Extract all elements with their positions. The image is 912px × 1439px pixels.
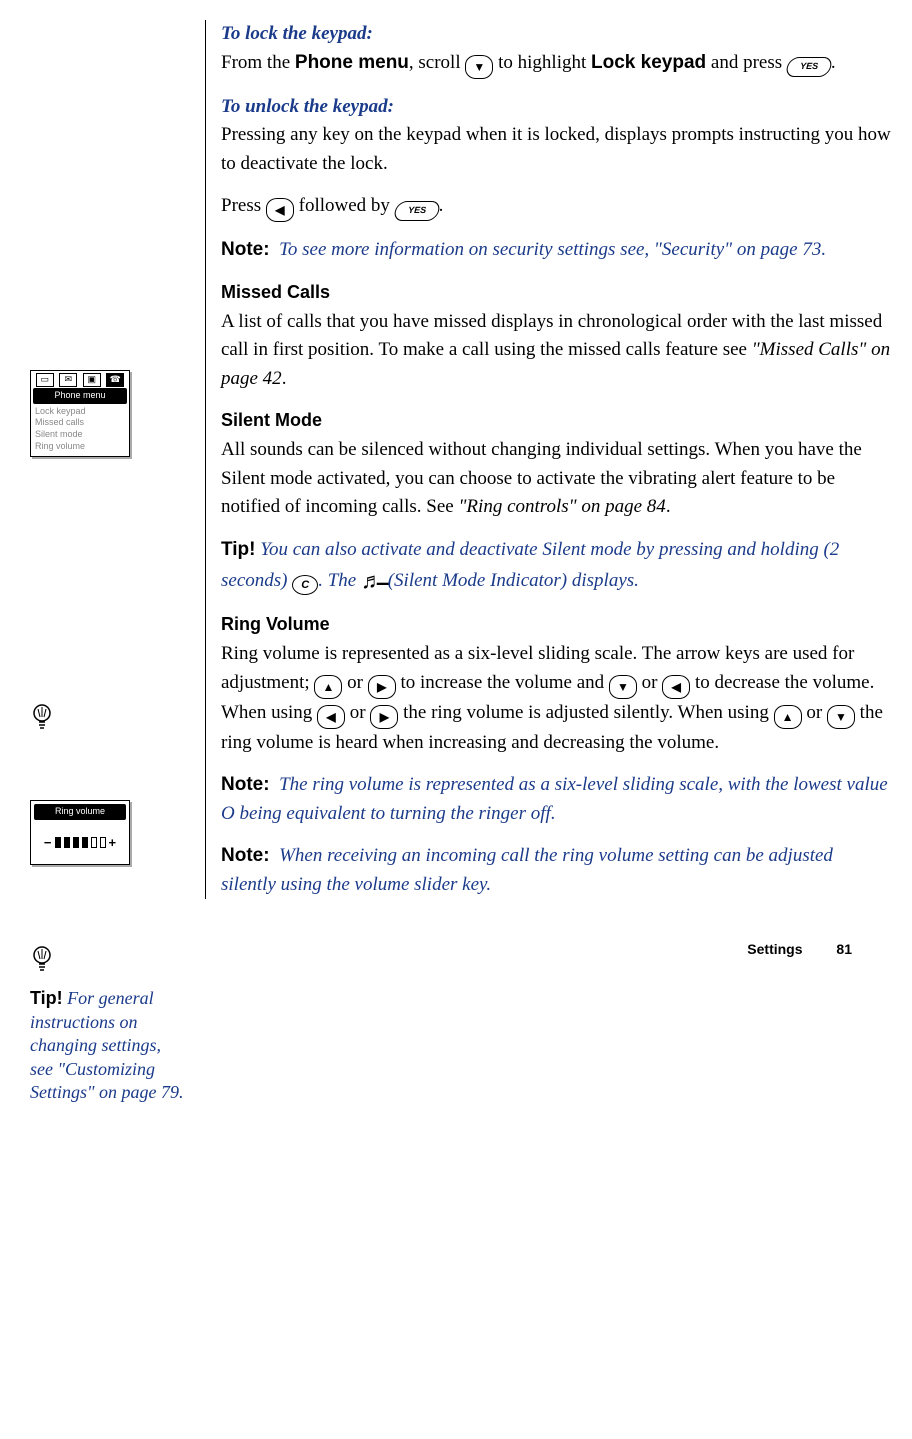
arrow-right-key-icon: ▶ xyxy=(370,705,398,729)
body-text: . xyxy=(282,368,287,389)
book-icon: ▭ xyxy=(36,373,54,387)
body-text: or xyxy=(802,702,827,723)
body-text: to highlight xyxy=(493,52,591,73)
note-text: When receiving an incoming call the ring… xyxy=(221,845,833,895)
plus-icon: + xyxy=(109,833,117,853)
body-text: Press xyxy=(221,195,266,216)
body-text: From the xyxy=(221,52,295,73)
body-text: , scroll xyxy=(409,52,465,73)
clock-icon: ▣ xyxy=(83,373,101,387)
volume-segment-empty xyxy=(100,837,106,848)
ring-volume-heading: Ring Volume xyxy=(221,611,891,638)
lightbulb-icon xyxy=(30,715,54,736)
mail-icon: ✉ xyxy=(59,373,77,387)
body-text: . xyxy=(831,52,836,73)
ring-volume-title: Ring volume xyxy=(34,804,126,820)
volume-segment xyxy=(82,837,88,848)
c-key-icon: C xyxy=(292,575,318,595)
arrow-left-key-icon: ◀ xyxy=(317,705,345,729)
body-text: or xyxy=(345,702,370,723)
note-text: The ring volume is represented as a six-… xyxy=(221,774,888,824)
body-text: or xyxy=(637,672,662,693)
phone-menu-term: Phone menu xyxy=(295,52,409,73)
body-text: . xyxy=(666,496,671,517)
volume-segment-empty xyxy=(91,837,97,848)
lock-keypad-term: Lock keypad xyxy=(591,52,706,73)
footer-section: Settings xyxy=(747,941,802,957)
body-text: and press xyxy=(706,52,787,73)
arrow-left-key-icon: ◀ xyxy=(662,675,690,699)
volume-segment xyxy=(55,837,61,848)
arrow-up-key-icon: ▲ xyxy=(314,675,342,699)
note-text: To see more information on security sett… xyxy=(279,239,826,260)
silent-mode-heading: Silent Mode xyxy=(221,407,891,434)
phone-menu-title: Phone menu xyxy=(33,388,127,404)
silent-mode-indicator-icon: ♬̶ xyxy=(361,568,383,593)
lock-keypad-heading: To lock the keypad: xyxy=(221,23,373,44)
tip-label: Tip! xyxy=(221,539,255,560)
yes-key-icon: YES xyxy=(392,201,441,221)
ring-volume-scale: − + xyxy=(31,823,129,865)
minus-icon: − xyxy=(44,833,52,853)
yes-key-icon: YES xyxy=(784,57,833,77)
body-text: the ring volume is adjusted silently. Wh… xyxy=(398,702,773,723)
body-text: to increase the volume and xyxy=(396,672,609,693)
volume-segment xyxy=(73,837,79,848)
lightbulb-icon xyxy=(30,957,54,977)
body-text: followed by xyxy=(294,195,395,216)
arrow-down-key-icon: ▼ xyxy=(609,675,637,699)
unlock-keypad-heading: To unlock the keypad: xyxy=(221,96,394,117)
body-text: Pressing any key on the keypad when it i… xyxy=(221,124,891,174)
tip-text: (Silent Mode Indicator) displays. xyxy=(383,570,639,591)
note-label: Note: xyxy=(221,774,270,795)
phone-menu-list: Lock keypad Missed calls Silent mode Rin… xyxy=(31,406,129,457)
tip-text: . The xyxy=(318,570,361,591)
arrow-up-key-icon: ▲ xyxy=(774,705,802,729)
volume-segment xyxy=(64,837,70,848)
arrow-left-key-icon: ◀ xyxy=(266,198,294,222)
list-item: Silent mode xyxy=(35,429,125,441)
missed-calls-heading: Missed Calls xyxy=(221,279,891,306)
arrow-right-key-icon: ▶ xyxy=(368,675,396,699)
body-text: or xyxy=(342,672,367,693)
arrow-down-key-icon: ▼ xyxy=(465,55,493,79)
cross-ref: "Ring controls" on page 84 xyxy=(458,496,665,517)
note-label: Note: xyxy=(221,845,270,866)
footer-page-number: 81 xyxy=(836,941,852,957)
list-item: Missed calls xyxy=(35,417,125,429)
note-label: Note: xyxy=(221,239,270,260)
list-item: Lock keypad xyxy=(35,406,125,418)
tip-label: Tip! xyxy=(30,988,63,1008)
phone-icon: ☎ xyxy=(106,373,124,387)
arrow-down-key-icon: ▼ xyxy=(827,705,855,729)
ring-volume-mockup: Ring volume − + xyxy=(30,800,130,865)
phone-menu-mockup: ▭ ✉ ▣ ☎ Phone menu Lock keypad Missed ca… xyxy=(30,370,130,457)
list-item: Ring volume xyxy=(35,441,125,453)
phone-icon-row: ▭ ✉ ▣ ☎ xyxy=(31,371,129,388)
